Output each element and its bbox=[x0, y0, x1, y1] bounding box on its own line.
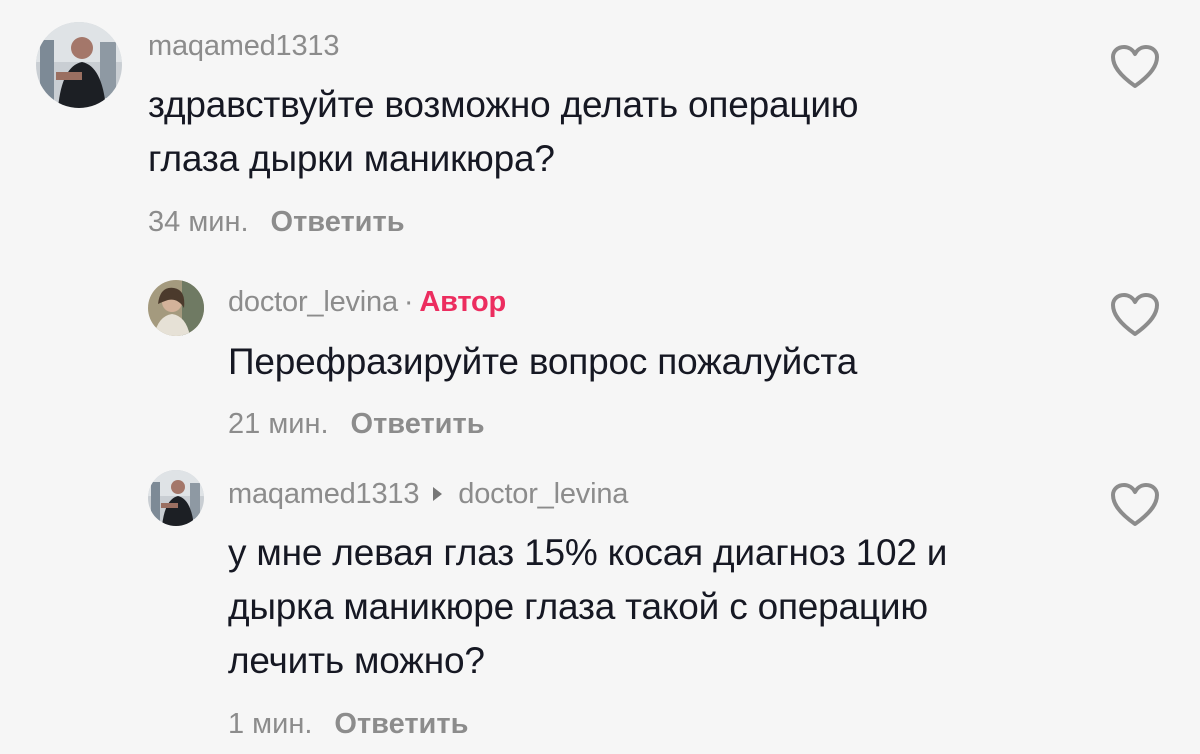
comment-text: у мне левая глаз 15% косая диагноз 102 и… bbox=[228, 526, 947, 688]
heart-outline-icon[interactable] bbox=[1110, 44, 1160, 90]
comment-header: maqamed1313 bbox=[148, 30, 339, 63]
heart-outline-icon[interactable] bbox=[1110, 292, 1160, 338]
avatar[interactable] bbox=[148, 280, 204, 336]
username[interactable]: maqamed1313 bbox=[148, 30, 339, 62]
comment-text-line: лечить можно? bbox=[228, 640, 485, 681]
username[interactable]: maqamed1313 bbox=[228, 478, 419, 510]
separator-dot: · bbox=[403, 286, 414, 318]
comment-text-line: у мне левая глаз 15% косая диагноз 102 и bbox=[228, 532, 948, 573]
author-badge: Автор bbox=[419, 286, 507, 318]
comment-text: здравствуйте возможно делать операцию гл… bbox=[148, 78, 859, 186]
comment-meta: 1 мин. Ответить bbox=[228, 708, 468, 741]
comment-header: doctor_levina · Автор bbox=[228, 286, 506, 319]
timestamp: 1 мин. bbox=[228, 708, 313, 740]
reply-button[interactable]: Ответить bbox=[271, 206, 405, 238]
comment-meta: 21 мин. Ответить bbox=[228, 408, 485, 441]
reply-button[interactable]: Ответить bbox=[334, 708, 468, 740]
comment-header: maqamed1313 doctor_levina bbox=[228, 478, 628, 511]
comment-text-line: глаза дырки маникюра? bbox=[148, 138, 555, 179]
comment-text-line: Перефразируйте вопрос пожалуйста bbox=[228, 341, 858, 382]
avatar[interactable] bbox=[36, 22, 122, 108]
timestamp: 34 мин. bbox=[148, 206, 249, 238]
reply-button[interactable]: Ответить bbox=[351, 408, 485, 440]
reply-arrow-icon bbox=[433, 487, 443, 501]
comments-screen: maqamed1313 здравствуйте возможно делать… bbox=[0, 0, 1200, 754]
comment-text-line: дырка маникюре глаза такой с операцию bbox=[228, 586, 928, 627]
reply-to-username[interactable]: doctor_levina bbox=[458, 478, 628, 510]
username[interactable]: doctor_levina bbox=[228, 286, 398, 318]
comment-text: Перефразируйте вопрос пожалуйста bbox=[228, 335, 857, 389]
comment-text-line: здравствуйте возможно делать операцию bbox=[148, 84, 859, 125]
heart-outline-icon[interactable] bbox=[1110, 482, 1160, 528]
comment-meta: 34 мин. Ответить bbox=[148, 206, 405, 239]
avatar[interactable] bbox=[148, 470, 204, 526]
timestamp: 21 мин. bbox=[228, 408, 329, 440]
